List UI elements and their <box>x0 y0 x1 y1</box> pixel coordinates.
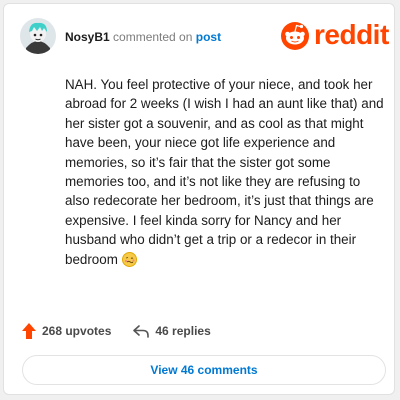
view-comments-button[interactable]: View 46 comments <box>22 355 386 385</box>
logo-text: reddit <box>314 19 389 50</box>
reply-icon <box>133 325 150 338</box>
upvote-arrow-icon <box>22 323 36 339</box>
upvote-stat[interactable]: 268 upvotes <box>22 323 111 339</box>
post-link[interactable]: post <box>196 30 221 44</box>
username[interactable]: NosyB1 <box>65 30 110 44</box>
comment-text: NAH. You feel protective of your niece, … <box>65 77 384 267</box>
comment-body: NAH. You feel protective of your niece, … <box>65 75 387 269</box>
avatar-icon <box>20 18 56 54</box>
replies-stat[interactable]: 46 replies <box>133 324 211 338</box>
woozy-face-icon <box>121 251 137 267</box>
replies-count: 46 replies <box>155 324 211 338</box>
reddit-logo[interactable]: reddit <box>280 18 389 52</box>
comment-footer: 268 upvotes 46 replies <box>22 322 211 340</box>
reddit-snoo-icon <box>281 22 309 50</box>
comment-header: NosyB1 commented on post <box>65 30 221 44</box>
upvote-count: 268 upvotes <box>42 324 112 338</box>
action-text: commented on <box>113 30 193 44</box>
avatar[interactable] <box>20 18 56 54</box>
comment-card: NosyB1 commented on post reddit NAH. You… <box>3 3 395 395</box>
